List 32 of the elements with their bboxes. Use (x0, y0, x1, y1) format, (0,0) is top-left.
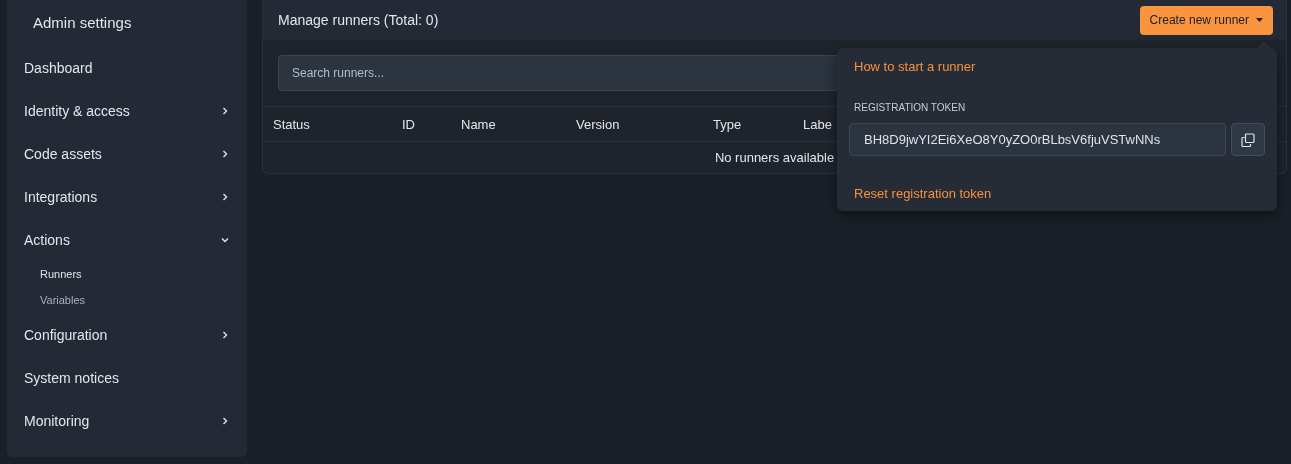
chevron-right-icon (220, 415, 230, 426)
sidebar-subitem[interactable]: Variables (7, 287, 247, 313)
copy-button[interactable] (1231, 123, 1265, 156)
create-runner-button[interactable]: Create new runner (1139, 5, 1273, 35)
sidebar-item[interactable]: Integrations (7, 175, 247, 218)
token-label: REGISTRATION TOKEN (854, 102, 967, 113)
chevron-right-icon (220, 148, 230, 159)
sidebar-item[interactable]: Identity & access (7, 89, 247, 132)
column-header: Status (273, 116, 311, 132)
chevron-right-icon (220, 329, 230, 340)
token-field[interactable]: BH8D9jwYI2Ei6XeO8Y0yZO0rBLbsV6fjuVSTwNNs (849, 123, 1226, 156)
column-header: Type (713, 116, 743, 132)
how-to-start-link[interactable]: How to start a runner (849, 59, 976, 74)
sidebar-title: Admin settings (32, 13, 133, 33)
copy-icon (1241, 132, 1255, 147)
sidebar-item[interactable]: Dashboard (7, 46, 247, 89)
caret-icon (1256, 18, 1263, 22)
reset-token-link[interactable]: Reset registration token (849, 186, 992, 201)
sidebar-subitem[interactable]: Runners (7, 261, 247, 287)
chevron-right-icon (220, 191, 230, 202)
chevron-right-icon (220, 105, 230, 116)
sidebar-item[interactable]: Actions (7, 218, 247, 261)
column-header: Version (576, 116, 621, 132)
column-header: ID (402, 116, 416, 132)
column-header: Name (461, 116, 497, 132)
sidebar-item[interactable]: Monitoring (7, 399, 247, 442)
sidebar-item[interactable]: System notices (7, 356, 247, 399)
sidebar-item[interactable]: Configuration (7, 313, 247, 356)
column-header: Labe (803, 116, 833, 132)
empty-message: No runners available (714, 150, 835, 165)
sidebar-item[interactable]: Code assets (7, 132, 247, 175)
panel-title: Manage runners (Total: 0) (278, 12, 439, 28)
